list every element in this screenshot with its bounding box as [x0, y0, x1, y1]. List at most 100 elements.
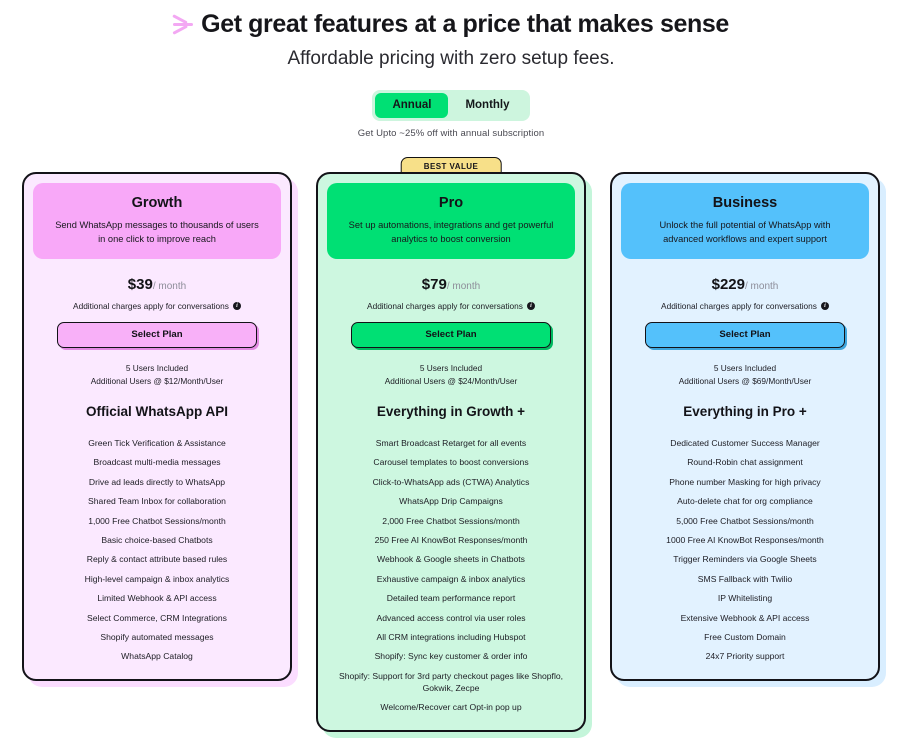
- price-period-pro: / month: [446, 281, 481, 292]
- feature-item: Green Tick Verification & Assistance: [88, 438, 226, 448]
- price-period-business: / month: [745, 281, 779, 292]
- feature-item: Dedicated Customer Success Manager: [670, 438, 820, 448]
- charge-note-text-growth: Additional charges apply for conversatio…: [73, 301, 229, 311]
- charge-note-text-business: Additional charges apply for conversatio…: [661, 301, 817, 311]
- users-block-growth: 5 Users Included Additional Users @ $12/…: [33, 362, 281, 387]
- badge-slot-growth: [22, 160, 292, 172]
- users-included-pro: 5 Users Included: [419, 363, 483, 373]
- plan-description-business: Unlock the full potential of WhatsApp wi…: [659, 220, 831, 244]
- plan-card-pro: Pro Set up automations, integrations and…: [316, 172, 586, 733]
- converging-lines-logo-icon: [172, 11, 195, 37]
- users-block-pro: 5 Users Included Additional Users @ $24/…: [327, 362, 575, 387]
- feature-item: Phone number Masking for high privacy: [669, 476, 821, 487]
- users-included-business: 5 Users Included: [713, 363, 777, 373]
- feature-item: WhatsApp Drip Campaigns: [399, 496, 503, 507]
- price-amount-business: $229: [711, 276, 745, 293]
- price-row-pro: $79/ month: [327, 276, 575, 296]
- select-plan-button-pro[interactable]: Select Plan: [351, 322, 551, 348]
- additional-users-business: Additional Users @ $69/Month/User: [678, 375, 812, 386]
- charge-note-business: Additional charges apply for conversatio…: [621, 301, 869, 311]
- plan-header-business: Business Unlock the full potential of Wh…: [621, 183, 869, 259]
- plans-grid: Growth Send WhatsApp messages to thousan…: [0, 157, 902, 733]
- feature-item: SMS Fallback with Twilio: [697, 573, 793, 584]
- features-heading-growth: Official WhatsApp API: [85, 404, 228, 419]
- feature-item: Carousel templates to boost conversions: [373, 457, 529, 468]
- features-heading-business: Everything in Pro +: [683, 404, 807, 419]
- info-icon[interactable]: i: [232, 302, 241, 310]
- feature-item: Exhaustive campaign & inbox analytics: [376, 573, 526, 584]
- info-icon[interactable]: i: [526, 302, 535, 310]
- feature-item: 2,000 Free Chatbot Sessions/month: [382, 515, 520, 526]
- feature-item: Round-Robin chat assignment: [687, 457, 803, 468]
- feature-item: Shared Team Inbox for collaboration: [88, 496, 226, 507]
- plan-description-pro: Set up automations, integrations and get…: [348, 220, 554, 244]
- feature-item: Click-to-WhatsApp ads (CTWA) Analytics: [372, 476, 530, 487]
- feature-item: Drive ad leads directly to WhatsApp: [88, 476, 226, 487]
- additional-users-pro: Additional Users @ $24/Month/User: [384, 375, 518, 386]
- plan-header-growth: Growth Send WhatsApp messages to thousan…: [33, 183, 281, 259]
- feature-item: Shopify automated messages: [100, 631, 214, 642]
- plan-description-growth: Send WhatsApp messages to thousands of u…: [55, 220, 259, 244]
- feature-item: Broadcast multi-media messages: [93, 457, 221, 468]
- page-title: Get great features at a price that makes…: [201, 10, 729, 38]
- feature-item: Welcome/Recover cart Opt-in pop up: [380, 702, 522, 713]
- feature-item: Smart Broadcast Retarget for all events: [375, 438, 527, 448]
- feature-item: WhatsApp Catalog: [121, 651, 193, 662]
- feature-item: Free Custom Domain: [704, 631, 786, 642]
- feature-item: Advanced access control via user roles: [376, 612, 526, 623]
- feature-item: Limited Webhook & API access: [97, 593, 217, 604]
- feature-item: Extensive Webhook & API access: [680, 612, 810, 623]
- feature-item: 250 Free AI KnowBot Responses/month: [374, 534, 528, 545]
- feature-item: Shopify: Sync key customer & order info: [374, 651, 528, 662]
- charge-note-growth: Additional charges apply for conversatio…: [33, 301, 281, 311]
- feature-item: Shopify: Support for 3rd party checkout …: [338, 670, 564, 693]
- plan-column-pro: BEST VALUE Pro Set up automations, integ…: [316, 157, 586, 733]
- price-amount-growth: $39: [127, 276, 153, 293]
- feature-item: 5,000 Free Chatbot Sessions/month: [676, 515, 814, 526]
- billing-toggle-container: Annual Monthly: [0, 72, 902, 121]
- users-block-business: 5 Users Included Additional Users @ $69/…: [621, 362, 869, 387]
- plan-name-business: Business: [712, 195, 778, 211]
- price-period-growth: / month: [152, 281, 187, 292]
- plan-column-growth: Growth Send WhatsApp messages to thousan…: [22, 160, 292, 682]
- feature-item: Auto-delete chat for org compliance: [677, 496, 813, 507]
- feature-item: Reply & contact attribute based rules: [86, 554, 228, 565]
- feature-item: 24x7 Priority support: [705, 651, 785, 662]
- info-icon[interactable]: i: [820, 302, 829, 310]
- badge-slot-business: [610, 160, 880, 172]
- feature-item: Detailed team performance report: [386, 593, 516, 604]
- toggle-annual[interactable]: Annual: [375, 93, 449, 118]
- feature-item: Select Commerce, CRM Integrations: [87, 612, 227, 623]
- feature-list-business: Dedicated Customer Success Manager Round-…: [621, 437, 869, 670]
- price-row-business: $229/ month: [621, 276, 869, 296]
- features-heading-pro: Everything in Growth +: [376, 404, 526, 419]
- plan-name-pro: Pro: [438, 195, 464, 211]
- additional-users-growth: Additional Users @ $12/Month/User: [90, 375, 224, 386]
- plan-card-business: Business Unlock the full potential of Wh…: [610, 172, 880, 682]
- page-subtitle: Affordable pricing with zero setup fees.: [287, 48, 615, 69]
- charge-note-text-pro: Additional charges apply for conversatio…: [367, 301, 523, 311]
- feature-list-growth: Green Tick Verification & Assistance Broa…: [33, 437, 281, 670]
- select-plan-button-growth[interactable]: Select Plan: [57, 322, 257, 348]
- users-included-growth: 5 Users Included: [125, 363, 189, 373]
- billing-discount-note: Get Upto ~25% off with annual subscripti…: [357, 128, 545, 139]
- plan-column-business: Business Unlock the full potential of Wh…: [610, 160, 880, 682]
- charge-note-pro: Additional charges apply for conversatio…: [327, 301, 575, 311]
- toggle-monthly[interactable]: Monthly: [448, 93, 526, 118]
- plan-header-pro: Pro Set up automations, integrations and…: [327, 183, 575, 259]
- feature-item: Basic choice-based Chatbots: [101, 534, 213, 545]
- feature-item: IP Whitelisting: [717, 593, 773, 604]
- price-row-growth: $39/ month: [33, 276, 281, 296]
- select-plan-button-business[interactable]: Select Plan: [645, 322, 845, 348]
- feature-item: All CRM integrations including Hubspot: [376, 631, 526, 642]
- feature-item: Trigger Reminders via Google Sheets: [673, 554, 817, 565]
- billing-toggle[interactable]: Annual Monthly: [372, 90, 530, 121]
- feature-item: 1000 Free AI KnowBot Responses/month: [666, 534, 824, 545]
- feature-item: 1,000 Free Chatbot Sessions/month: [88, 515, 226, 526]
- plan-name-growth: Growth: [131, 195, 183, 211]
- plan-card-growth: Growth Send WhatsApp messages to thousan…: [22, 172, 292, 682]
- price-amount-pro: $79: [421, 276, 447, 293]
- feature-item: High-level campaign & inbox analytics: [84, 573, 230, 584]
- page-header: Get great features at a price that makes…: [0, 0, 902, 139]
- feature-list-pro: Smart Broadcast Retarget for all events C…: [327, 437, 575, 721]
